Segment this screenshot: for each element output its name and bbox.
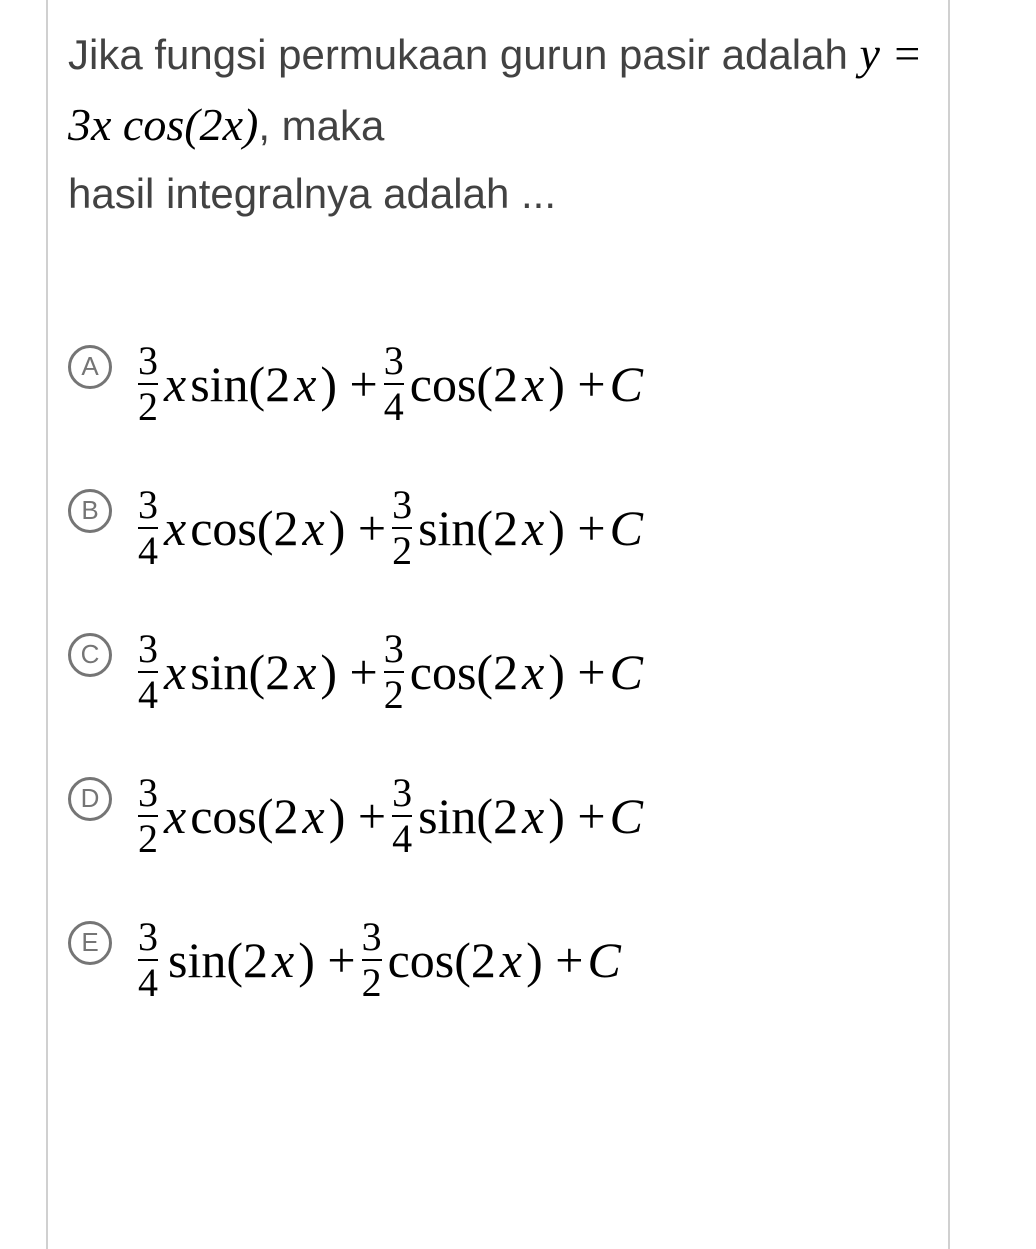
fraction: 34 — [384, 341, 404, 427]
fraction: 32 — [138, 341, 158, 427]
fraction: 34 — [138, 629, 158, 715]
option-d[interactable]: D 32x cos(2x) + 34sin(2x) + C — [68, 773, 928, 859]
question-prefix: Jika fungsi permukaan gurun pasir adalah — [68, 31, 859, 78]
fraction: 34 — [138, 485, 158, 571]
option-e[interactable]: E 34sin(2x) + 32cos(2x) + C — [68, 917, 928, 1003]
option-badge-a: A — [68, 345, 112, 389]
fraction: 32 — [384, 629, 404, 715]
fraction: 34 — [392, 773, 412, 859]
fraction: 32 — [138, 773, 158, 859]
option-badge-e: E — [68, 921, 112, 965]
option-e-expression: 34sin(2x) + 32cos(2x) + C — [136, 917, 621, 1003]
option-badge-d: D — [68, 777, 112, 821]
option-d-expression: 32x cos(2x) + 34sin(2x) + C — [136, 773, 643, 859]
option-c[interactable]: C 34x sin(2x) + 32cos(2x) + C — [68, 629, 928, 715]
option-c-expression: 34x sin(2x) + 32cos(2x) + C — [136, 629, 643, 715]
option-b[interactable]: B 34x cos(2x) + 32sin(2x) + C — [68, 485, 928, 571]
option-badge-b: B — [68, 489, 112, 533]
question-container: Jika fungsi permukaan gurun pasir adalah… — [46, 0, 950, 1249]
question-suffix1: , maka — [258, 102, 384, 149]
fraction: 34 — [138, 917, 158, 1003]
fraction: 32 — [362, 917, 382, 1003]
option-badge-c: C — [68, 633, 112, 677]
option-a[interactable]: A 32x sin(2x) + 34cos(2x) + C — [68, 341, 928, 427]
option-b-expression: 34x cos(2x) + 32sin(2x) + C — [136, 485, 643, 571]
question-line3: hasil integralnya adalah ... — [68, 161, 928, 226]
option-a-expression: 32x sin(2x) + 34cos(2x) + C — [136, 341, 643, 427]
options-block: A 32x sin(2x) + 34cos(2x) + C B 34x cos(… — [68, 341, 928, 1003]
fraction: 32 — [392, 485, 412, 571]
question-stem: Jika fungsi permukaan gurun pasir adalah… — [68, 18, 928, 226]
